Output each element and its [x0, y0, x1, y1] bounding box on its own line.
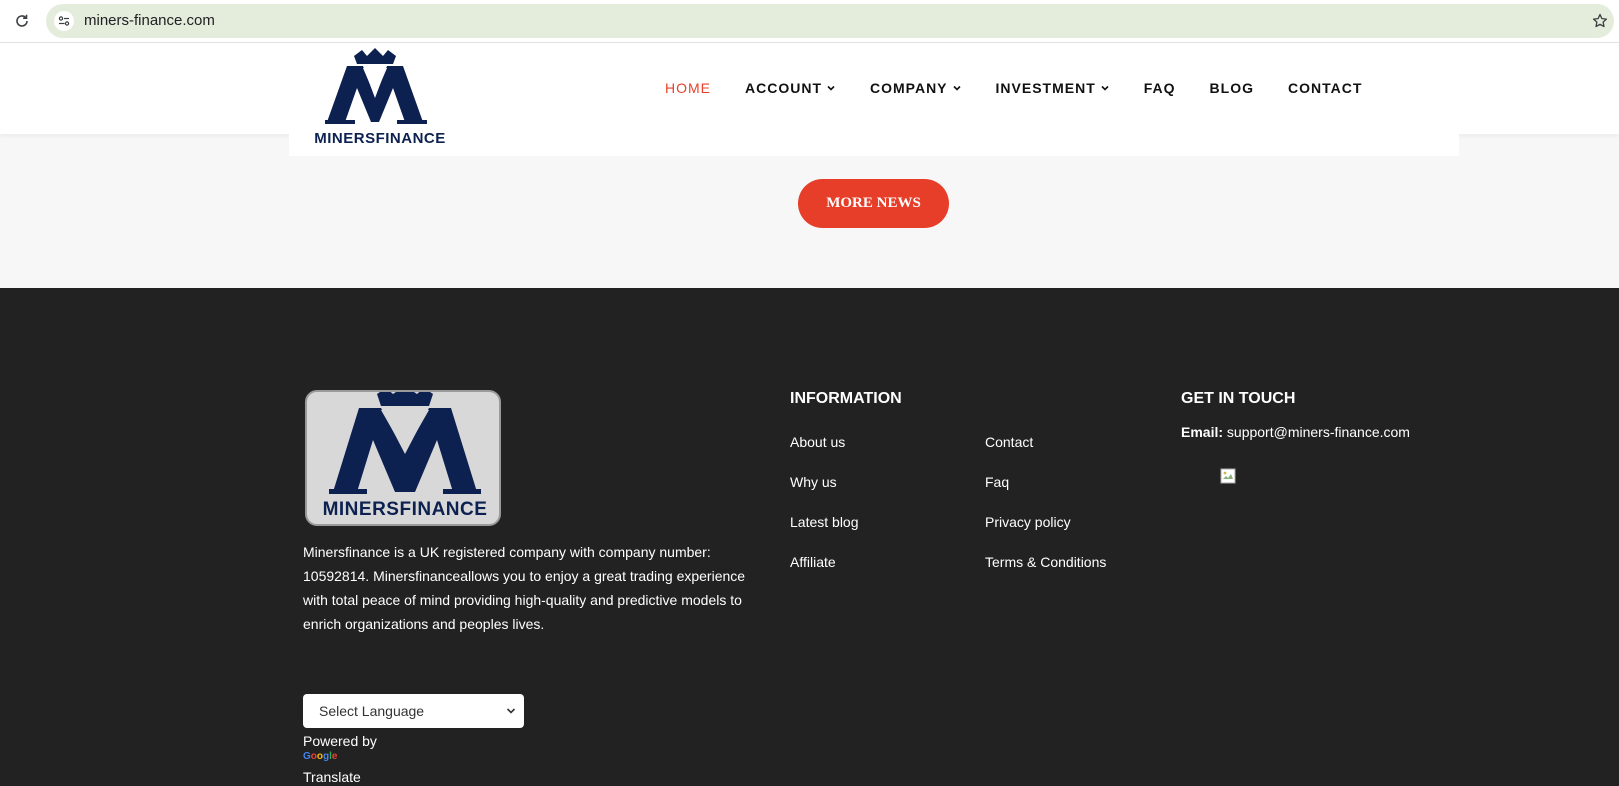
crown-m-logo-icon: [325, 48, 427, 124]
language-select-value: Select Language: [319, 703, 425, 719]
nav-home[interactable]: HOME: [665, 80, 711, 96]
chevron-down-icon: [506, 708, 516, 714]
information-heading: INFORMATION: [790, 390, 902, 407]
nav-investment-label: INVESTMENT: [995, 80, 1096, 96]
star-icon[interactable]: [1590, 11, 1610, 31]
crown-m-logo-icon: [329, 392, 481, 494]
broken-image-icon: [1220, 468, 1236, 484]
chevron-down-icon: [827, 85, 835, 91]
more-news-button[interactable]: MORE NEWS: [798, 179, 949, 228]
chevron-down-icon: [1101, 85, 1109, 91]
footer-logo: MINERSFINANCE: [305, 390, 501, 526]
nav-blog-label: BLOG: [1209, 80, 1254, 96]
nav-account[interactable]: ACCOUNT: [745, 80, 836, 96]
header-logo-backdrop: [289, 134, 1459, 156]
main-nav: HOME ACCOUNT COMPANY INVESTMENT FAQ BLOG…: [665, 80, 1362, 96]
footer-link-faq[interactable]: Faq: [985, 474, 1009, 490]
email-line: Email: support@miners-finance.com: [1181, 424, 1410, 440]
site-logo[interactable]: MINERSFINANCE: [305, 46, 455, 150]
reload-icon[interactable]: [10, 9, 34, 33]
logo-wordmark: MINERSFINANCE: [314, 130, 446, 147]
email-address[interactable]: support@miners-finance.com: [1227, 424, 1410, 440]
nav-blog[interactable]: BLOG: [1210, 80, 1254, 96]
nav-faq[interactable]: FAQ: [1144, 80, 1176, 96]
chevron-down-icon: [952, 85, 961, 91]
translate-text: Translate: [303, 769, 361, 785]
nav-faq-label: FAQ: [1143, 80, 1176, 96]
nav-account-label: ACCOUNT: [745, 80, 822, 96]
nav-home-label: HOME: [665, 80, 711, 96]
nav-company[interactable]: COMPANY: [870, 80, 962, 96]
site-info-icon[interactable]: [54, 11, 74, 31]
footer-link-terms[interactable]: Terms & Conditions: [985, 554, 1106, 570]
footer-link-privacy-policy[interactable]: Privacy policy: [985, 514, 1071, 530]
footer-link-latest-blog[interactable]: Latest blog: [790, 514, 859, 530]
powered-by-text: Powered by: [303, 733, 377, 749]
google-wordmark: Google: [303, 751, 338, 762]
browser-toolbar: miners-finance.com: [0, 0, 1619, 43]
nav-company-label: COMPANY: [870, 80, 948, 96]
url-text[interactable]: miners-finance.com: [84, 12, 215, 29]
footer-link-contact[interactable]: Contact: [985, 434, 1033, 450]
address-bar[interactable]: miners-finance.com: [46, 4, 1614, 38]
email-label: Email:: [1181, 424, 1224, 440]
google-logo[interactable]: Google: [303, 751, 337, 762]
get-in-touch-heading: GET IN TOUCH: [1181, 390, 1296, 407]
footer-logo-wordmark: MINERSFINANCE: [322, 499, 488, 520]
footer-link-about-us[interactable]: About us: [790, 434, 845, 450]
language-select[interactable]: Select Language: [303, 694, 524, 728]
nav-contact[interactable]: CONTACT: [1288, 80, 1362, 96]
footer-link-affiliate[interactable]: Affiliate: [790, 554, 836, 570]
company-description: Minersfinance is a UK registered company…: [303, 544, 746, 632]
footer-link-why-us[interactable]: Why us: [790, 474, 837, 490]
site-footer: [0, 288, 1619, 786]
nav-contact-label: CONTACT: [1288, 80, 1363, 96]
nav-investment[interactable]: INVESTMENT: [996, 80, 1110, 96]
